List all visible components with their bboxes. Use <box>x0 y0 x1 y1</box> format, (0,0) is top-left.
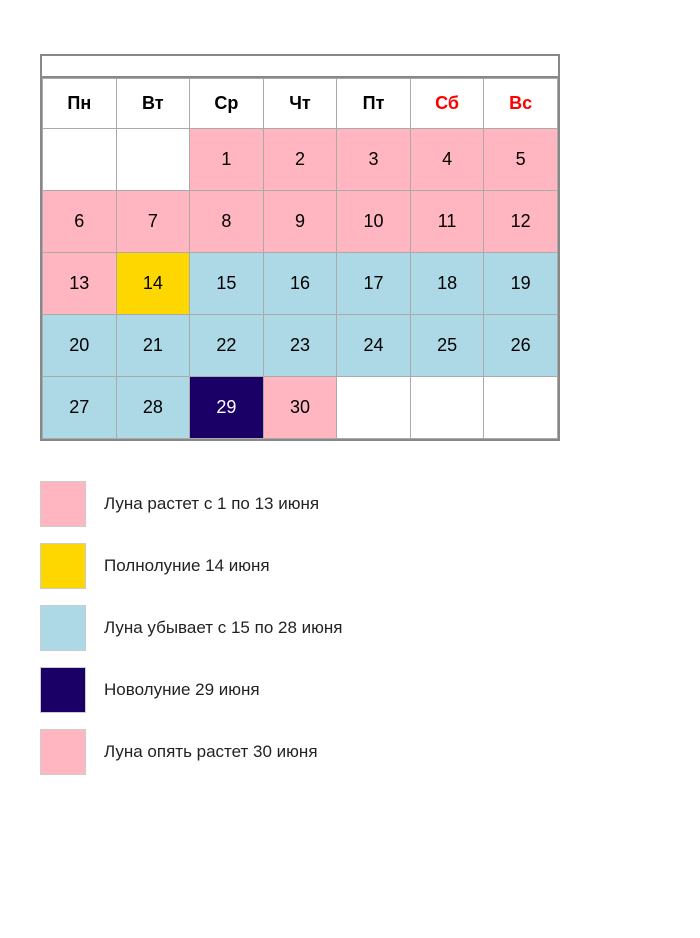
calendar-cell: 17 <box>337 253 411 315</box>
weekday-header: Пт <box>337 79 411 129</box>
legend-item: Луна убывает с 15 по 28 июня <box>40 605 560 651</box>
calendar-cell: 15 <box>190 253 264 315</box>
calendar-cell: 18 <box>410 253 484 315</box>
calendar-cell: 22 <box>190 315 264 377</box>
calendar-cell: 25 <box>410 315 484 377</box>
table-row: 27282930 <box>43 377 558 439</box>
calendar-cell: 8 <box>190 191 264 253</box>
weekday-header: Вс <box>484 79 558 129</box>
table-row: 13141516171819 <box>43 253 558 315</box>
calendar-cell: 3 <box>337 129 411 191</box>
calendar-cell: 24 <box>337 315 411 377</box>
calendar-cell: 11 <box>410 191 484 253</box>
weekday-header-row: ПнВтСрЧтПтСбВс <box>43 79 558 129</box>
calendar-cell: 14 <box>116 253 190 315</box>
legend-item: Луна растет с 1 по 13 июня <box>40 481 560 527</box>
calendar-cell: 13 <box>43 253 117 315</box>
legend-item: Новолуние 29 июня <box>40 667 560 713</box>
calendar-cell: 16 <box>263 253 337 315</box>
calendar-cell: 28 <box>116 377 190 439</box>
calendar-table: ПнВтСрЧтПтСбВс 1234567891011121314151617… <box>42 78 558 439</box>
calendar-cell: 10 <box>337 191 411 253</box>
calendar-cell: 2 <box>263 129 337 191</box>
legend-swatch <box>40 543 86 589</box>
table-row: 6789101112 <box>43 191 558 253</box>
legend-label: Новолуние 29 июня <box>104 680 260 700</box>
calendar-cell: 26 <box>484 315 558 377</box>
weekday-header: Сб <box>410 79 484 129</box>
legend-swatch <box>40 605 86 651</box>
calendar-cell: 19 <box>484 253 558 315</box>
legend-label: Луна убывает с 15 по 28 июня <box>104 618 342 638</box>
calendar-cell: 29 <box>190 377 264 439</box>
calendar-cell: 1 <box>190 129 264 191</box>
calendar-cell: 5 <box>484 129 558 191</box>
table-row: 20212223242526 <box>43 315 558 377</box>
calendar-cell: 21 <box>116 315 190 377</box>
legend-label: Полнолуние 14 июня <box>104 556 270 576</box>
calendar-cell: 20 <box>43 315 117 377</box>
calendar-cell: 7 <box>116 191 190 253</box>
calendar-cell: 4 <box>410 129 484 191</box>
calendar-cell: 30 <box>263 377 337 439</box>
legend-swatch <box>40 729 86 775</box>
calendar-cell <box>410 377 484 439</box>
calendar-cell <box>116 129 190 191</box>
calendar-cell: 6 <box>43 191 117 253</box>
calendar: ПнВтСрЧтПтСбВс 1234567891011121314151617… <box>40 54 560 441</box>
calendar-cell <box>43 129 117 191</box>
weekday-header: Ср <box>190 79 264 129</box>
legend-swatch <box>40 667 86 713</box>
weekday-header: Вт <box>116 79 190 129</box>
calendar-cell: 12 <box>484 191 558 253</box>
month-header <box>42 56 558 78</box>
legend-label: Луна растет с 1 по 13 июня <box>104 494 319 514</box>
weekday-header: Чт <box>263 79 337 129</box>
weekday-header: Пн <box>43 79 117 129</box>
calendar-cell <box>337 377 411 439</box>
calendar-cell: 9 <box>263 191 337 253</box>
table-row: 12345 <box>43 129 558 191</box>
calendar-cell <box>484 377 558 439</box>
calendar-cell: 23 <box>263 315 337 377</box>
calendar-cell: 27 <box>43 377 117 439</box>
legend-item: Полнолуние 14 июня <box>40 543 560 589</box>
legend-label: Луна опять растет 30 июня <box>104 742 318 762</box>
legend: Луна растет с 1 по 13 июня Полнолуние 14 … <box>40 481 560 775</box>
legend-item: Луна опять растет 30 июня <box>40 729 560 775</box>
legend-swatch <box>40 481 86 527</box>
calendar-body: 1234567891011121314151617181920212223242… <box>43 129 558 439</box>
